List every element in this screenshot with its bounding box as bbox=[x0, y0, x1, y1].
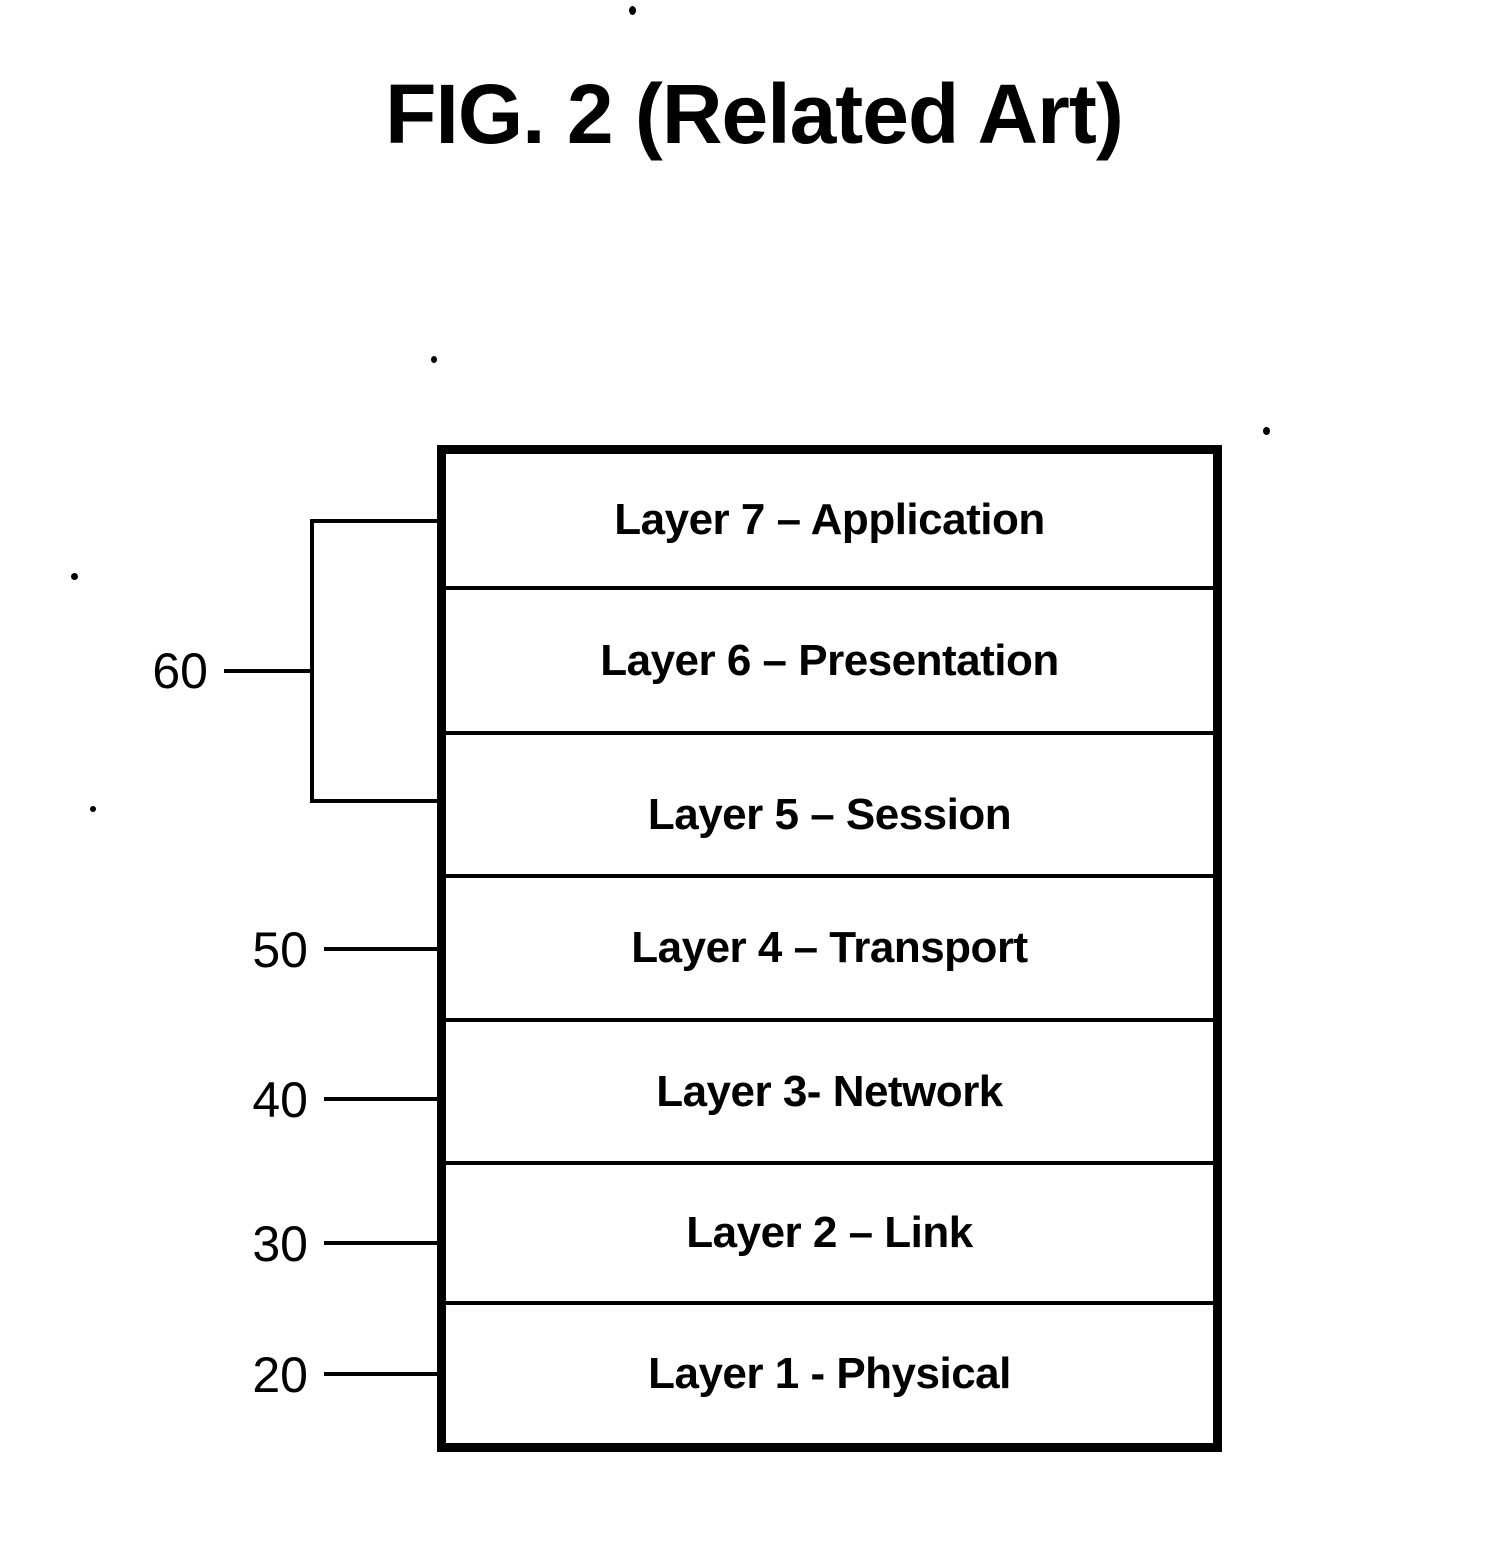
layer-label-3: Layer 3- Network bbox=[656, 1066, 1003, 1116]
layer-row-3: Layer 3- Network bbox=[446, 1022, 1213, 1165]
layer-row-2: Layer 2 – Link bbox=[446, 1165, 1213, 1305]
layer-label-6: Layer 6 – Presentation bbox=[600, 635, 1059, 685]
scan-speck bbox=[90, 806, 96, 812]
leader-line-20 bbox=[324, 1372, 440, 1376]
layer-row-4: Layer 4 – Transport bbox=[446, 878, 1213, 1022]
layer-label-5: Layer 5 – Session bbox=[647, 789, 1012, 839]
scan-speck bbox=[71, 573, 78, 580]
reference-numeral-40: 40 bbox=[252, 1072, 308, 1128]
layer-row-5: Layer 5 – Session bbox=[446, 735, 1213, 878]
figure-title: FIG. 2 (Related Art) bbox=[385, 67, 1124, 161]
layer-row-1: Layer 1 - Physical bbox=[446, 1305, 1213, 1443]
osi-layer-stack: Layer 7 – Application Layer 6 – Presenta… bbox=[437, 445, 1222, 1452]
leader-line-50 bbox=[324, 947, 440, 951]
reference-numeral-50: 50 bbox=[252, 922, 308, 978]
bracket-spine-60 bbox=[310, 519, 314, 803]
leader-line-40 bbox=[324, 1097, 440, 1101]
layer-label-2: Layer 2 – Link bbox=[686, 1208, 973, 1257]
layer-row-6: Layer 6 – Presentation bbox=[446, 590, 1213, 735]
scan-speck bbox=[629, 6, 636, 15]
bracket-arm-bottom-60 bbox=[310, 799, 438, 803]
layer-label-4: Layer 4 – Transport bbox=[631, 923, 1028, 972]
scan-speck bbox=[431, 356, 437, 363]
patent-figure: FIG. 2 (Related Art) 60 50 40 30 20 Laye… bbox=[0, 0, 1508, 1557]
reference-numeral-30: 30 bbox=[252, 1216, 308, 1272]
layer-label-1: Layer 1 - Physical bbox=[648, 1349, 1011, 1398]
bracket-arm-top-60 bbox=[310, 519, 438, 523]
layer-row-7: Layer 7 – Application bbox=[446, 454, 1213, 590]
layer-label-7: Layer 7 – Application bbox=[614, 495, 1045, 544]
leader-line-60 bbox=[224, 669, 314, 673]
scan-speck bbox=[1263, 427, 1270, 435]
reference-numeral-20: 20 bbox=[252, 1347, 308, 1403]
reference-numeral-60: 60 bbox=[152, 643, 208, 699]
leader-line-30 bbox=[324, 1241, 440, 1245]
